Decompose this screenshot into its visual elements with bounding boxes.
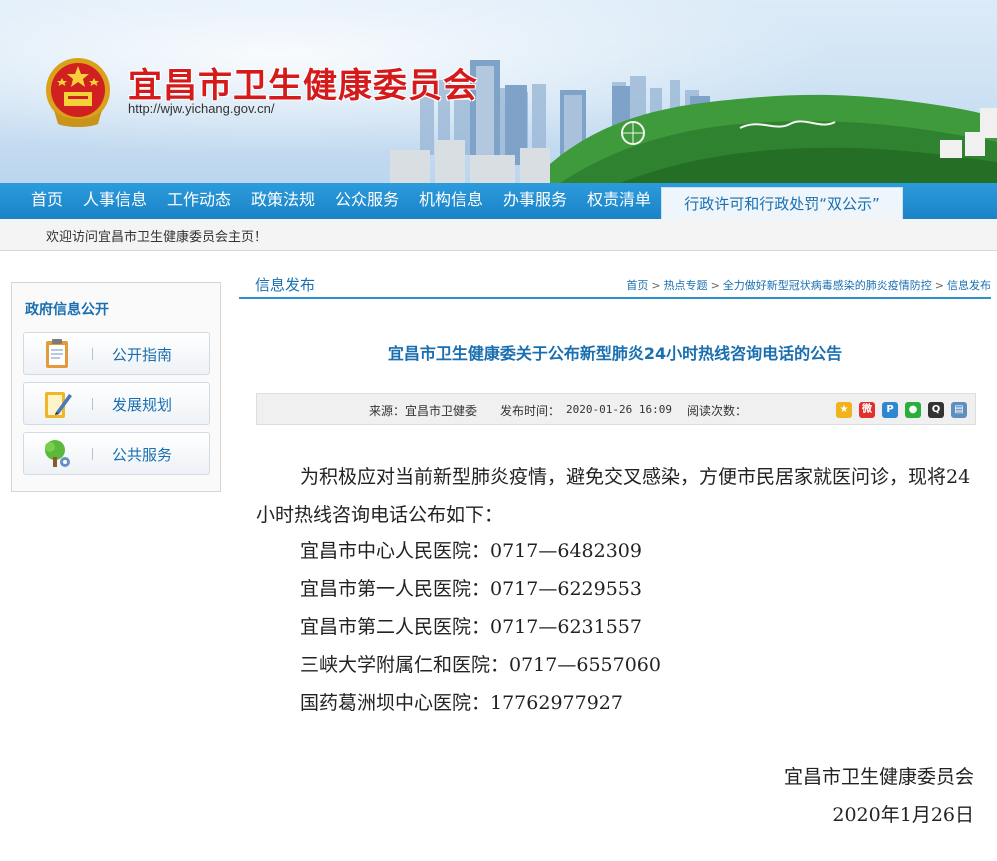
article-signature: 宜昌市卫生健康委员会 bbox=[783, 766, 974, 788]
separator bbox=[92, 348, 93, 360]
sidebar-item-label: 公共服务 bbox=[112, 446, 173, 464]
nav-item-services[interactable]: 办事服务 bbox=[503, 183, 567, 219]
notebook-pen-icon bbox=[45, 392, 72, 418]
nav-item-policies[interactable]: 政策法规 bbox=[251, 183, 315, 219]
header-banner: 宜昌市卫生健康委员会 http://wjw.yichang.gov.cn/ bbox=[0, 0, 997, 183]
article-title: 宜昌市卫生健康委关于公布新型肺炎24小时热线咨询电话的公告 bbox=[387, 344, 843, 363]
tencent-weibo-icon[interactable]: P bbox=[882, 402, 898, 418]
sidebar-item-development-plan[interactable]: 发展规划 bbox=[23, 382, 210, 425]
breadcrumb-separator: > bbox=[710, 279, 720, 292]
print-icon[interactable]: ▤ bbox=[951, 402, 967, 418]
section-title: 信息发布 bbox=[255, 276, 316, 294]
article-date: 2020-01-26 16:09 bbox=[566, 403, 672, 416]
article-intro-paragraph: 为积极应对当前新型肺炎疫情，避免交叉感染，方便市民居家就医问诊，现将24小时热线… bbox=[256, 466, 971, 526]
hotline-item: 宜昌市第一人民医院：0717—6229553 bbox=[300, 578, 642, 600]
breadcrumb: 首页 > 热点专题 > 全力做好新型冠状病毒感染的肺炎疫情防控 > 信息发布 bbox=[626, 277, 991, 293]
sidebar-item-label: 公开指南 bbox=[112, 346, 173, 364]
nav-item-work-news[interactable]: 工作动态 bbox=[167, 183, 231, 219]
qq-icon[interactable]: Q bbox=[928, 402, 944, 418]
breadcrumb-home[interactable]: 首页 bbox=[626, 279, 648, 292]
nav-item-responsibility-list[interactable]: 权责清单 bbox=[587, 183, 651, 219]
sidebar-item-public-services[interactable]: 公共服务 bbox=[23, 432, 210, 475]
separator bbox=[92, 398, 93, 410]
nav-item-public-service[interactable]: 公众服务 bbox=[335, 183, 399, 219]
nav-tab-dual-disclosure[interactable]: 行政许可和行政处罚“双公示” bbox=[661, 187, 903, 219]
breadcrumb-hot-topics[interactable]: 热点专题 bbox=[664, 279, 708, 292]
article-sign-date: 2020年1月26日 bbox=[832, 804, 974, 826]
section-header: 信息发布 首页 > 热点专题 > 全力做好新型冠状病毒感染的肺炎疫情防控 > 信息发布 bbox=[239, 269, 991, 299]
qzone-icon[interactable]: ★ bbox=[836, 402, 852, 418]
hotline-item: 国药葛洲坝中心医院：17762977927 bbox=[300, 692, 623, 714]
article-meta-bar: 来源：宜昌市卫健委 发布时间： 2020-01-26 16:09 阅读次数： ★… bbox=[256, 393, 976, 425]
breadcrumb-info-release[interactable]: 信息发布 bbox=[947, 279, 991, 292]
separator bbox=[92, 448, 93, 460]
sidebar-item-label: 发展规划 bbox=[112, 396, 173, 414]
clipboard-icon bbox=[46, 339, 68, 368]
weibo-icon[interactable]: 微 bbox=[859, 402, 875, 418]
welcome-text: 欢迎访问宜昌市卫生健康委员会主页！ bbox=[46, 230, 268, 245]
breadcrumb-separator: > bbox=[934, 279, 944, 292]
article-source: 来源：宜昌市卫健委 bbox=[369, 404, 478, 418]
nav-item-institutions[interactable]: 机构信息 bbox=[419, 183, 483, 219]
hotline-item: 三峡大学附属仁和医院：0717—6557060 bbox=[300, 654, 661, 676]
article-views-label: 阅读次数： bbox=[687, 404, 748, 418]
site-url[interactable]: http://wjw.yichang.gov.cn/ bbox=[128, 101, 274, 116]
sidebar-title: 政府信息公开 bbox=[25, 302, 109, 318]
sidebar-gov-info: 政府信息公开 公开指南 发展规划 公共服务 bbox=[11, 282, 221, 492]
wechat-icon[interactable]: ● bbox=[905, 402, 921, 418]
site-title: 宜昌市卫生健康委员会 bbox=[128, 66, 478, 106]
sidebar-item-disclosure-guide[interactable]: 公开指南 bbox=[23, 332, 210, 375]
hotline-item: 宜昌市中心人民医院：0717—6482309 bbox=[300, 540, 642, 562]
nav-item-personnel[interactable]: 人事信息 bbox=[83, 183, 147, 219]
tree-icon bbox=[45, 440, 70, 467]
nav-item-home[interactable]: 首页 bbox=[31, 183, 63, 219]
article-date-label: 发布时间： bbox=[500, 404, 561, 418]
breadcrumb-epidemic-prevention[interactable]: 全力做好新型冠状病毒感染的肺炎疫情防控 bbox=[723, 279, 932, 292]
national-emblem-icon bbox=[46, 58, 110, 127]
hotline-item: 宜昌市第二人民医院：0717—6231557 bbox=[300, 616, 642, 638]
breadcrumb-separator: > bbox=[651, 279, 661, 292]
welcome-bar: 欢迎访问宜昌市卫生健康委员会主页！ bbox=[0, 219, 997, 251]
